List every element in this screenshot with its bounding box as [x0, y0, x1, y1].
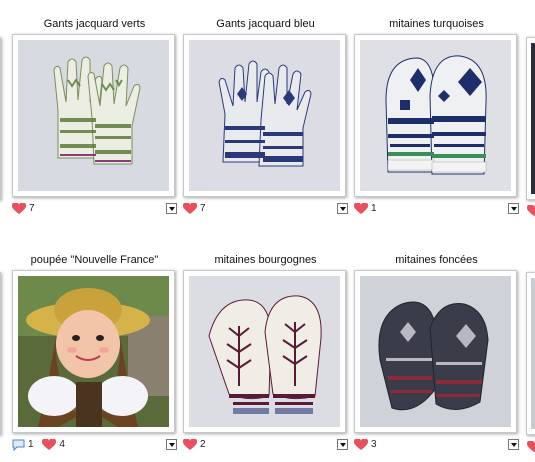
- item-title[interactable]: mitaines foncées: [354, 252, 519, 268]
- partial-card-left-top[interactable]: [0, 37, 1, 200]
- partial-card-left-bottom[interactable]: [0, 272, 1, 435]
- thumbnail-frame[interactable]: [354, 270, 517, 433]
- item-stats: 7: [12, 202, 177, 216]
- likes-stat[interactable]: 3: [354, 438, 377, 452]
- likes-count: 7: [29, 203, 35, 214]
- item-menu-dropdown-button[interactable]: [508, 203, 519, 214]
- item-stats: 2: [183, 438, 348, 452]
- heart-icon[interactable]: [354, 439, 368, 451]
- heart-icon[interactable]: [354, 203, 368, 215]
- item-stats: 3: [354, 438, 519, 452]
- likes-count: 4: [59, 439, 65, 450]
- likes-count: 2: [200, 439, 206, 450]
- item-title[interactable]: poupée "Nouvelle France": [12, 252, 177, 268]
- item-menu-dropdown-button[interactable]: [166, 203, 177, 214]
- comments-count: 1: [28, 439, 34, 450]
- item-title[interactable]: Gants jacquard bleu: [183, 16, 348, 32]
- partial-card-right-top[interactable]: [526, 37, 535, 200]
- partial-heart-icon-right-2[interactable]: [526, 440, 535, 452]
- likes-stat[interactable]: 2: [183, 438, 206, 452]
- heart-icon[interactable]: [12, 203, 26, 215]
- likes-stat[interactable]: 7: [12, 202, 35, 216]
- item-menu-dropdown-button[interactable]: [166, 439, 177, 450]
- partial-heart-icon-right[interactable]: [526, 204, 535, 216]
- likes-count: 1: [371, 203, 377, 214]
- item-stats: 1: [354, 202, 519, 216]
- partial-card-right-bottom[interactable]: [526, 272, 535, 435]
- thumbnail-frame[interactable]: [12, 34, 175, 197]
- item-stats: 1 4: [12, 438, 177, 452]
- likes-stat[interactable]: 7: [183, 202, 206, 216]
- photo-turquoise-mittens[interactable]: [360, 40, 511, 191]
- heart-icon[interactable]: [183, 203, 197, 215]
- item-title[interactable]: mitaines bourgognes: [183, 252, 348, 268]
- item-stats: 7: [183, 202, 348, 216]
- thumbnail-frame[interactable]: [183, 34, 346, 197]
- item-menu-dropdown-button[interactable]: [508, 439, 519, 450]
- photo-burgundy-mittens[interactable]: [189, 276, 340, 427]
- heart-icon[interactable]: [183, 439, 197, 451]
- photo-dark-mittens[interactable]: [360, 276, 511, 427]
- thumbnail-frame[interactable]: [12, 270, 175, 433]
- photo-green-jacquard-gloves[interactable]: [18, 40, 169, 191]
- likes-stat[interactable]: 4: [42, 438, 65, 452]
- heart-icon[interactable]: [42, 439, 57, 451]
- photo-nouvelle-france-doll[interactable]: [18, 276, 169, 427]
- likes-count: 3: [371, 439, 377, 450]
- comments-stat[interactable]: 1: [12, 438, 34, 452]
- thumbnail-frame[interactable]: [183, 270, 346, 433]
- item-title[interactable]: Gants jacquard verts: [12, 16, 177, 32]
- photo-blue-jacquard-gloves[interactable]: [189, 40, 340, 191]
- likes-count: 7: [200, 203, 206, 214]
- thumbnail-frame[interactable]: [354, 34, 517, 197]
- item-menu-dropdown-button[interactable]: [337, 203, 348, 214]
- item-title[interactable]: mitaines turquoises: [354, 16, 519, 32]
- item-menu-dropdown-button[interactable]: [337, 439, 348, 450]
- comment-bubble-icon[interactable]: [12, 439, 25, 451]
- likes-stat[interactable]: 1: [354, 202, 377, 216]
